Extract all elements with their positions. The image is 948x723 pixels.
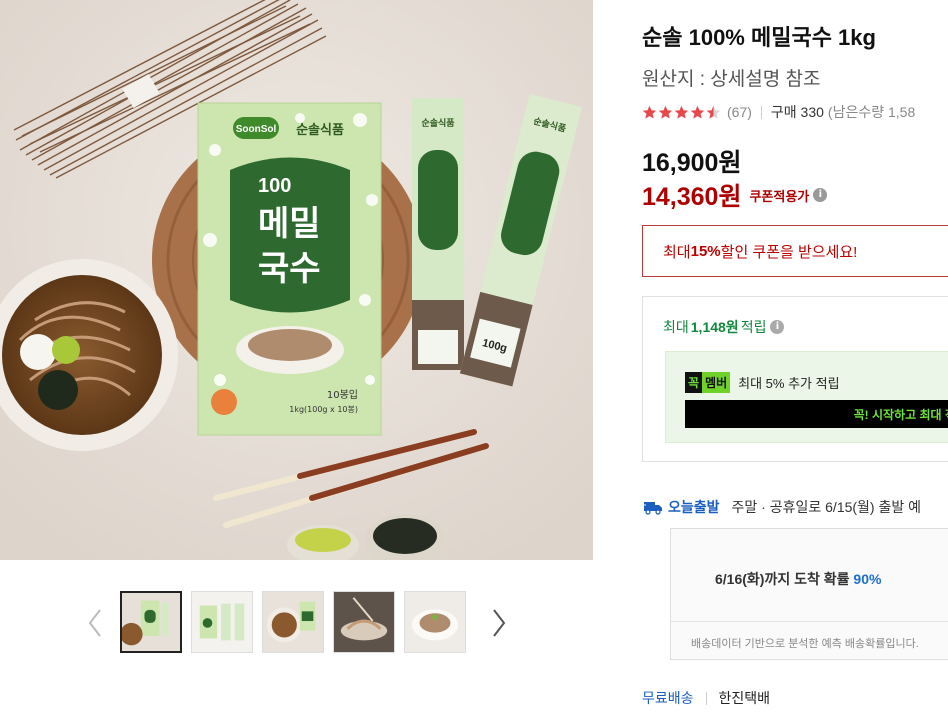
product-info-panel: 순솔 100% 메밀국수 1kg 원산지 : 상세설명 참조 (67) 구매 3… [628,0,948,723]
coupon-prefix: 최대 [663,243,691,261]
review-count-link[interactable]: (67) [727,104,752,120]
truck-icon [642,502,662,515]
purchase-count: 구매 330 [770,104,824,120]
membership-badge-b: 멤버 [702,372,731,393]
divider [705,691,707,705]
today-ship-badge: 오늘출발 [668,499,720,515]
divider [760,105,762,119]
courier-name: 한진택배 [718,690,771,706]
thumbnail-5[interactable] [404,591,466,653]
coupon-applied-label: 쿠폰적용가 [749,188,810,204]
star-icon [658,105,673,119]
star-half-icon [706,105,721,119]
product-main-image: SoonSol 순솔식품 100 메밀 국수 10봉입 1kg(100g x 1… [0,0,593,560]
reward-box: 최대 1,148원 적립 i 꼭 멤버 최대 5% 추가 적립 꼭! 시작하고 … [642,296,948,462]
origin-text: 원산지 : 상세설명 참조 [642,69,821,90]
remaining-stock: (남은수량 1,58 [827,104,916,120]
package-box: SoonSol 순솔식품 100 메밀 국수 10봉입 1kg(100g x 1… [197,102,382,436]
box-weight: 1kg(100g x 10봉) [289,405,358,414]
star-icon [642,105,657,119]
reward-suffix: 적립 [740,319,767,335]
star-icon [674,105,689,119]
product-photo-illustration: SoonSol 순솔식품 100 메밀 국수 10봉입 1kg(100g x 1… [0,0,593,560]
membership-header: 꼭 멤버 최대 5% 추가 적립 [685,372,840,393]
rating-row: (67) 구매 330 (남은수량 1,58 [642,101,915,123]
chevron-right-icon[interactable] [488,606,510,640]
free-shipping-label: 무료배송 [642,690,694,706]
arrival-percent: 90% [853,571,882,587]
coupon-percent: 15% [690,242,721,260]
box-count: 10봉입 [327,388,358,401]
box-name-line2: 국수 [258,249,321,289]
membership-badge-a: 꼭 [685,372,703,393]
membership-promo: 꼭 멤버 최대 5% 추가 적립 꼭! 시작하고 최대 적립 [665,351,948,443]
thumbnail-2[interactable] [191,591,253,653]
stick1-brand: 순솔식품 [421,117,454,129]
shipping-row: 오늘출발 주말 · 공휴일로 6/15(월) 출발 예 [642,497,921,517]
delivery-prediction: 6/16(화)까지 도착 확률 90% 배송데이터 기반으로 분석한 예측 배송… [670,528,948,660]
ship-date-text: 주말 · 공휴일로 6/15(월) 출발 예 [731,499,922,515]
reward-amount: 1,148원 [690,319,739,335]
info-icon[interactable]: i [813,188,828,202]
chevron-left-icon[interactable] [84,606,106,640]
box-name-line1: 메밀 [258,204,321,244]
membership-text: 최대 5% 추가 적립 [738,376,840,391]
sale-price: 14,360원 [642,183,742,211]
prediction-note: 배송데이터 기반으로 분석한 예측 배송확률입니다. [691,638,919,650]
coupon-suffix: 할인 쿠폰을 받으세요! [720,243,858,261]
sale-price-row: 14,360원 쿠폰적용가 i [642,177,828,213]
info-icon[interactable]: i [770,320,785,334]
product-title: 순솔 100% 메밀국수 1kg [642,25,876,50]
membership-start-button[interactable]: 꼭! 시작하고 최대 적립 [685,400,948,428]
box-percent: 100 [258,175,291,197]
box-brand-logo: SoonSol [236,124,277,135]
thumbnail-1[interactable] [120,591,182,653]
reward-prefix: 최대 [663,319,689,335]
thumbnail-3[interactable] [262,591,324,653]
divider [671,621,948,622]
stick-pack-1: 순솔식품 [412,98,464,370]
arrival-probability: 6/16(화)까지 도착 확률 90% [671,569,948,589]
star-rating[interactable] [642,105,721,120]
reward-line: 최대 1,148원 적립 i [663,317,785,337]
star-icon [690,105,705,119]
delivery-row: 무료배송 한진택배 [642,688,770,708]
arrival-text: 6/16(화)까지 도착 확률 [715,571,854,587]
thumbnail-4[interactable] [333,591,395,653]
coupon-download-button[interactable]: 최대 15% 할인 쿠폰을 받으세요! [642,225,948,277]
box-brand-kr: 순솔식품 [296,122,344,138]
original-price: 16,900원 [642,149,742,177]
